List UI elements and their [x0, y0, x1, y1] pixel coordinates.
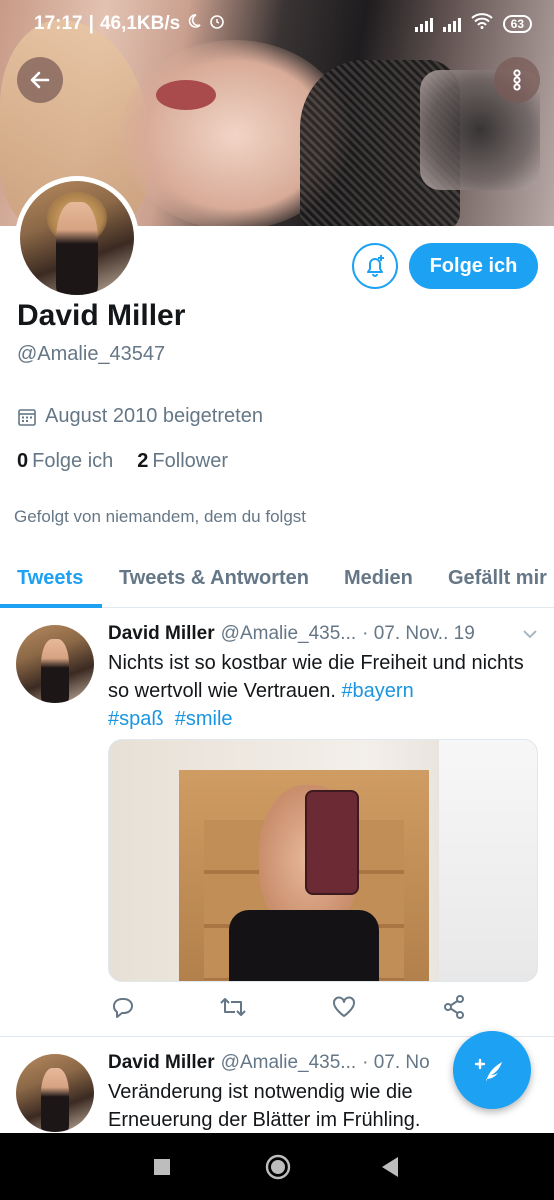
retweet-icon[interactable] [218, 992, 248, 1022]
follow-counts: 0 Folge ich 2 Follower [17, 450, 228, 473]
back-button[interactable] [17, 57, 63, 103]
banner-image-part [156, 80, 216, 110]
tweet-text: Nichts ist so kostbar wie die Freiheit u… [108, 652, 524, 730]
tab-tweets[interactable]: Tweets [17, 548, 83, 608]
followed-by-text: Gefolgt von niemandem, dem du folgst [14, 507, 306, 526]
tweet-author-handle: @Amalie_435... [220, 1052, 357, 1073]
tweet-header: David Miller @Amalie_435... · 07. No [108, 1052, 430, 1074]
status-speed: 46,1KB/s [99, 13, 181, 34]
active-tab-indicator [0, 604, 102, 608]
tab-likes[interactable]: Gefällt mir [448, 548, 547, 608]
following-link[interactable]: 0 Folge ich [17, 450, 113, 473]
wifi-icon [470, 13, 493, 35]
status-bar: 17:17 | 46,1KB/s 63 [0, 0, 554, 48]
tweet-time: · 07. Nov.. 19 [362, 623, 475, 644]
profile-avatar[interactable] [15, 176, 139, 300]
followers-link[interactable]: 2 Follower [137, 450, 228, 473]
back-nav-button[interactable] [382, 1157, 400, 1182]
hashtag-link[interactable]: #bayern [341, 680, 413, 702]
tweet-image[interactable] [108, 739, 538, 982]
tweet-header: David Miller @Amalie_435... · 07. Nov.. … [108, 623, 475, 645]
tweet-author-name: David Miller [108, 623, 215, 644]
alarm-icon [208, 12, 226, 36]
tweet-time: · 07. No [362, 1052, 430, 1073]
notification-bell-button[interactable] [352, 243, 398, 289]
profile-name: David Miller [17, 299, 186, 332]
joined-date: August 2010 beigetreten [17, 405, 263, 428]
status-time: 17:17 [34, 13, 83, 34]
signal-icon [442, 16, 461, 32]
avatar [20, 181, 134, 295]
battery-icon: 63 [502, 15, 532, 33]
tweet-author-handle: @Amalie_435... [220, 623, 357, 644]
compose-tweet-icon [474, 1058, 502, 1082]
bell-plus-icon [367, 255, 384, 277]
calendar-icon [18, 408, 36, 426]
moon-icon [186, 13, 202, 35]
home-button[interactable] [264, 1153, 292, 1186]
chevron-down-icon[interactable] [521, 625, 539, 648]
like-icon[interactable] [329, 992, 359, 1022]
joined-text: August 2010 beigetreten [45, 405, 263, 427]
hashtag-link[interactable]: #spaß [108, 708, 164, 730]
profile-tabs: Tweets Tweets & Antworten Medien Gefällt… [0, 548, 554, 608]
arrow-left-icon [30, 71, 50, 89]
reply-icon[interactable] [108, 992, 138, 1022]
system-nav-bar [0, 1133, 554, 1200]
more-options-button[interactable] [494, 57, 540, 103]
profile-handle: @Amalie_43547 [17, 343, 166, 365]
recents-button[interactable] [154, 1159, 170, 1180]
avatar[interactable] [16, 625, 94, 703]
avatar[interactable] [16, 1054, 94, 1132]
hashtag-link[interactable]: #smile [175, 708, 233, 730]
tab-media[interactable]: Medien [344, 548, 413, 608]
compose-tweet-button[interactable] [453, 1031, 531, 1109]
signal-icon [414, 16, 433, 32]
tweet-actions [108, 992, 488, 1026]
more-vertical-icon [513, 69, 521, 91]
tweet-author-name: David Miller [108, 1052, 215, 1073]
tweet-text: Veränderung ist notwendig wie die Erneue… [108, 1081, 421, 1131]
follow-button[interactable]: Folge ich [409, 243, 538, 289]
tab-tweets-replies[interactable]: Tweets & Antworten [119, 548, 309, 608]
share-icon[interactable] [439, 992, 469, 1022]
